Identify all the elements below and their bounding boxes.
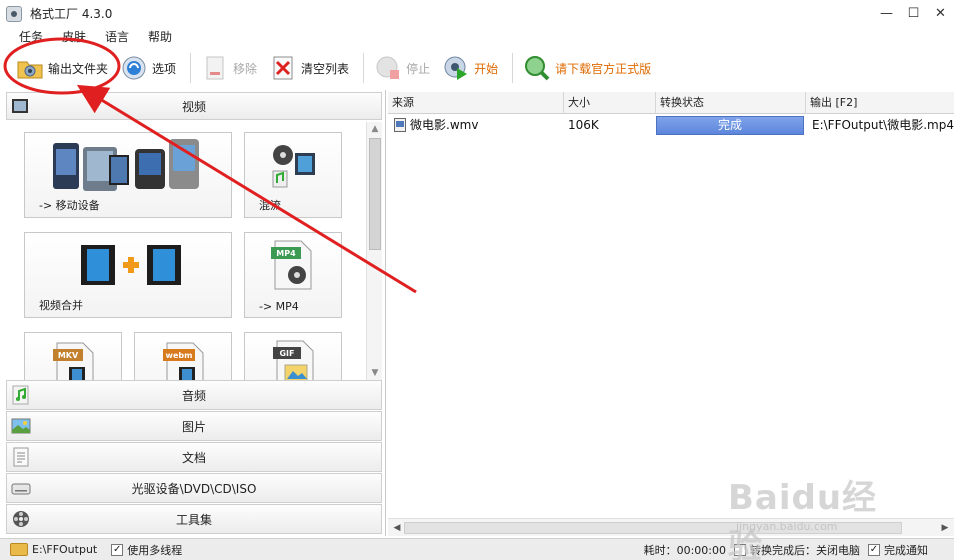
minimize-button[interactable]: — <box>873 0 900 27</box>
start-label: 开始 <box>474 61 499 76</box>
toolbar: 输出文件夹 选项 移除 清空列表 停止 开始 请下载官方正式版 <box>0 46 954 90</box>
row-status-badge: 完成 <box>656 116 804 135</box>
multithread-checkbox[interactable]: ✓ <box>111 543 124 556</box>
scroll-up-icon[interactable]: ▲ <box>367 122 383 136</box>
video-merge-icon <box>81 245 181 285</box>
webm-file-icon: webm <box>163 342 204 380</box>
output-folder-button[interactable]: 输出文件夹 <box>12 50 112 86</box>
watermark-url: jingyan.baidu.com <box>736 520 838 533</box>
mux-icon <box>272 145 315 188</box>
stop-label: 停止 <box>406 61 431 76</box>
svg-text:MKV: MKV <box>58 351 79 360</box>
category-audio[interactable]: 音频 <box>6 380 382 410</box>
stop-icon <box>374 54 402 82</box>
toolbar-separator <box>512 53 514 83</box>
column-status[interactable]: 转换状态 <box>656 92 806 114</box>
tile-video-merge[interactable]: 视频合并 <box>24 232 232 318</box>
category-video-header[interactable]: 视频 <box>6 92 382 120</box>
multithread-label: 使用多线程 <box>127 543 183 557</box>
category-document-label: 文档 <box>181 450 206 465</box>
app-logo-icon <box>6 5 22 22</box>
output-folder-label: 输出文件夹 <box>48 61 109 76</box>
gear-icon <box>120 54 148 82</box>
options-label: 选项 <box>152 61 177 76</box>
row-size: 106K <box>568 118 599 132</box>
window-title: 格式工厂 4.3.0 <box>30 7 113 21</box>
clear-list-button[interactable]: 清空列表 <box>265 50 353 86</box>
mkv-file-icon: MKV <box>53 342 94 380</box>
category-video-label: 视频 <box>181 99 206 114</box>
folder-icon <box>16 54 44 82</box>
video-format-tiles: -> 移动设备 混流 视频合并 MP4 -> MP4 MKV webm GIF <box>6 120 366 380</box>
close-button[interactable]: ✕ <box>927 0 954 27</box>
output-path[interactable]: E:\FFOutput <box>32 543 97 556</box>
tile-mux[interactable]: 混流 <box>244 132 342 218</box>
search-globe-icon <box>523 54 551 82</box>
menu-skin[interactable]: 皮肤 <box>62 28 86 45</box>
remove-icon <box>201 54 229 82</box>
row-output: E:\FFOutput\微电影.mp4 <box>812 118 954 132</box>
scroll-left-icon[interactable]: ◀ <box>390 519 404 537</box>
download-official-label: 请下载官方正式版 <box>555 61 652 76</box>
category-toolbox-label: 工具集 <box>175 512 212 527</box>
clear-list-label: 清空列表 <box>301 61 350 76</box>
elapsed-time: 耗时：00:00:00 <box>643 543 726 557</box>
category-document[interactable]: 文档 <box>6 442 382 472</box>
tile-to-webm[interactable]: webm <box>134 332 232 380</box>
column-size[interactable]: 大小 <box>564 92 656 114</box>
download-official-link[interactable]: 请下载官方正式版 <box>519 50 655 86</box>
tile-mobile-device[interactable]: -> 移动设备 <box>24 132 232 218</box>
tile-label: -> 移动设备 <box>39 199 100 212</box>
maximize-button[interactable]: ☐ <box>900 0 927 27</box>
menu-task[interactable]: 任务 <box>19 28 43 45</box>
menu-language[interactable]: 语言 <box>105 28 129 45</box>
mobile-devices-icon <box>53 139 199 191</box>
category-optical-drive[interactable]: 光驱设备\DVD\CD\ISO <box>6 473 382 503</box>
svg-text:MP4: MP4 <box>276 249 296 258</box>
scroll-right-icon[interactable]: ▶ <box>938 519 952 537</box>
video-file-icon <box>394 114 408 136</box>
scroll-down-icon[interactable]: ▼ <box>367 366 383 380</box>
tiles-vertical-scrollbar[interactable]: ▲ ▼ <box>366 122 382 380</box>
tile-to-mkv[interactable]: MKV <box>24 332 122 380</box>
tile-label: 视频合并 <box>39 299 83 312</box>
gif-file-icon: GIF <box>273 340 314 380</box>
folder-icon <box>10 543 28 556</box>
tile-label: 混流 <box>259 199 281 212</box>
category-optical-drive-label: 光驱设备\DVD\CD\ISO <box>131 481 257 496</box>
menu-help[interactable]: 帮助 <box>148 28 172 45</box>
category-image-label: 图片 <box>181 419 206 434</box>
toolbar-separator <box>363 53 365 83</box>
remove-label: 移除 <box>233 61 258 76</box>
column-output[interactable]: 输出 [F2] <box>806 92 954 114</box>
task-list-header: 来源 大小 转换状态 输出 [F2] <box>388 92 954 114</box>
column-source[interactable]: 来源 <box>388 92 564 114</box>
category-image[interactable]: 图片 <box>6 411 382 441</box>
start-icon <box>442 54 470 82</box>
start-button[interactable]: 开始 <box>438 50 502 86</box>
svg-text:webm: webm <box>166 351 193 360</box>
category-panel: 视频 -> 移动设备 混流 视频合并 MP4 -> MP4 MKV webm G… <box>0 90 386 536</box>
table-row[interactable]: 微电影.wmv 106K 完成 E:\FFOutput\微电影.mp4 <box>388 114 954 136</box>
toolbar-separator <box>190 53 192 83</box>
category-toolbox[interactable]: 工具集 <box>6 504 382 534</box>
category-audio-label: 音频 <box>181 388 206 403</box>
mp4-file-icon: MP4 <box>271 240 312 290</box>
remove-button[interactable]: 移除 <box>197 50 261 86</box>
options-button[interactable]: 选项 <box>116 50 180 86</box>
watermark-brand: Baidu经验 <box>728 478 878 560</box>
baidu-watermark: Baidu经验 jingyan.baidu.com <box>728 470 908 560</box>
row-source: 微电影.wmv <box>410 118 479 132</box>
tile-to-mp4[interactable]: MP4 -> MP4 <box>244 232 342 318</box>
tile-label: -> MP4 <box>259 300 299 313</box>
stop-button[interactable]: 停止 <box>370 50 434 86</box>
scroll-thumb[interactable] <box>369 138 381 250</box>
title-bar: 格式工厂 4.3.0 — ☐ ✕ <box>0 0 954 27</box>
tile-to-gif[interactable]: GIF <box>244 332 342 380</box>
menu-bar: 任务 皮肤 语言 帮助 <box>0 27 172 45</box>
svg-text:GIF: GIF <box>279 349 294 358</box>
clear-list-icon <box>269 54 297 82</box>
